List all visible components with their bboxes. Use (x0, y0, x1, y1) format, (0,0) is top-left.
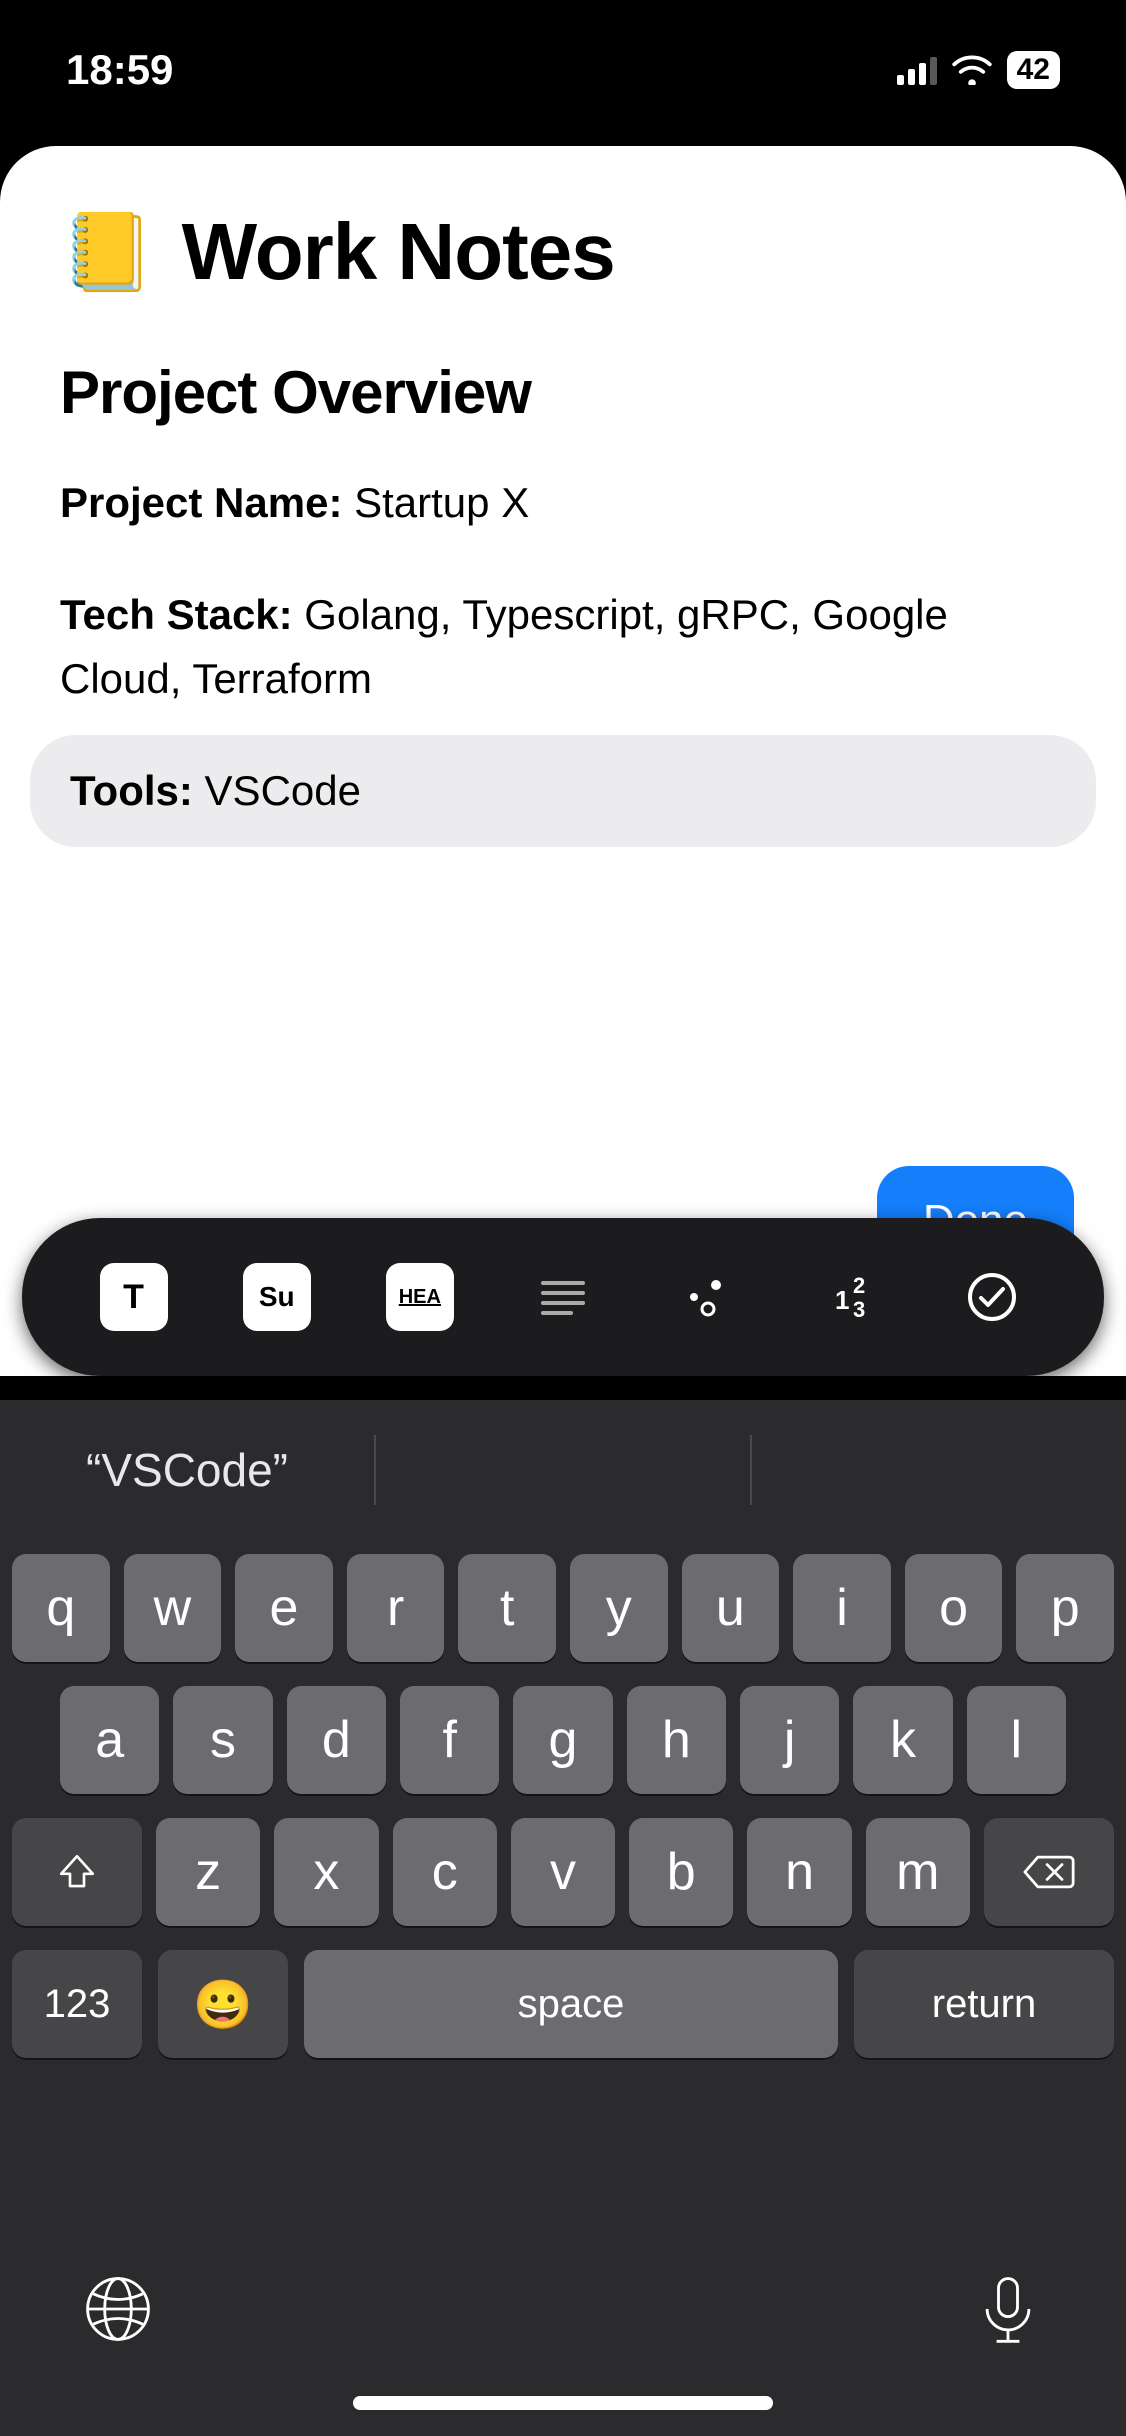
key-d[interactable]: d (287, 1686, 386, 1794)
suggestion-bar: “VSCode” (0, 1400, 1126, 1540)
project-name-label: Project Name: (60, 479, 342, 526)
home-indicator[interactable] (353, 2396, 773, 2410)
key-g[interactable]: g (513, 1686, 612, 1794)
return-key[interactable]: return (854, 1950, 1114, 2058)
project-name-value: Startup X (342, 479, 529, 526)
key-x[interactable]: x (274, 1818, 378, 1926)
key-h[interactable]: h (627, 1686, 726, 1794)
status-time: 18:59 (66, 46, 173, 94)
key-b[interactable]: b (629, 1818, 733, 1926)
notebook-emoji-icon: 📒 (60, 207, 154, 297)
svg-text:2: 2 (853, 1273, 865, 1298)
key-f[interactable]: f (400, 1686, 499, 1794)
backspace-key[interactable] (984, 1818, 1114, 1926)
suggestion-separator (374, 1435, 376, 1505)
checkmark-circle-icon[interactable] (958, 1263, 1026, 1331)
svg-text:3: 3 (853, 1297, 865, 1322)
note-title-text: Work Notes (182, 206, 615, 298)
formatting-toolbar: T Su HEA 1 2 3 (22, 1218, 1104, 1376)
svg-text:1: 1 (835, 1285, 849, 1315)
key-y[interactable]: y (570, 1554, 668, 1662)
key-s[interactable]: s (173, 1686, 272, 1794)
note-sheet: 📒 Work Notes Project Overview Project Na… (0, 146, 1126, 1376)
key-j[interactable]: j (740, 1686, 839, 1794)
heading-button[interactable]: HEA (386, 1263, 454, 1331)
align-left-icon[interactable] (529, 1263, 597, 1331)
status-bar: 18:59 42 (0, 0, 1126, 140)
tools-value: VSCode (193, 767, 361, 814)
numbered-list-icon[interactable]: 1 2 3 (815, 1263, 883, 1331)
cellular-signal-icon (897, 55, 937, 85)
note-title[interactable]: 📒 Work Notes (60, 206, 1066, 298)
tools-line-highlighted[interactable]: Tools: VSCode (30, 735, 1096, 847)
suggestion-separator (750, 1435, 752, 1505)
status-indicators: 42 (897, 51, 1060, 89)
shift-key[interactable] (12, 1818, 142, 1926)
key-r[interactable]: r (347, 1554, 445, 1662)
key-p[interactable]: p (1016, 1554, 1114, 1662)
key-i[interactable]: i (793, 1554, 891, 1662)
space-key[interactable]: space (304, 1950, 838, 2058)
key-n[interactable]: n (747, 1818, 851, 1926)
section-heading[interactable]: Project Overview (60, 358, 1066, 427)
key-a[interactable]: a (60, 1686, 159, 1794)
key-z[interactable]: z (156, 1818, 260, 1926)
bullet-list-icon[interactable] (672, 1263, 740, 1331)
wifi-icon (951, 55, 993, 85)
numbers-key[interactable]: 123 (12, 1950, 142, 2058)
tech-stack-label: Tech Stack: (60, 591, 293, 638)
subscript-button[interactable]: Su (243, 1263, 311, 1331)
key-m[interactable]: m (866, 1818, 970, 1926)
project-name-line[interactable]: Project Name: Startup X (60, 471, 1066, 535)
key-t[interactable]: t (458, 1554, 556, 1662)
tools-label: Tools: (70, 767, 193, 814)
microphone-icon[interactable] (970, 2271, 1046, 2352)
emoji-key[interactable]: 😀 (158, 1950, 288, 2058)
key-l[interactable]: l (967, 1686, 1066, 1794)
keyboard: “VSCode” qwertyuiop asdfghjkl zxcvbnm 12… (0, 1400, 1126, 2436)
text-style-button[interactable]: T (100, 1263, 168, 1331)
key-u[interactable]: u (682, 1554, 780, 1662)
key-c[interactable]: c (393, 1818, 497, 1926)
key-o[interactable]: o (905, 1554, 1003, 1662)
key-v[interactable]: v (511, 1818, 615, 1926)
tech-stack-line[interactable]: Tech Stack: Golang, Typescript, gRPC, Go… (60, 583, 1066, 711)
key-w[interactable]: w (124, 1554, 222, 1662)
key-k[interactable]: k (853, 1686, 952, 1794)
suggestion-left[interactable]: “VSCode” (0, 1443, 374, 1497)
key-e[interactable]: e (235, 1554, 333, 1662)
key-q[interactable]: q (12, 1554, 110, 1662)
battery-indicator: 42 (1007, 51, 1060, 89)
globe-icon[interactable] (80, 2271, 156, 2352)
